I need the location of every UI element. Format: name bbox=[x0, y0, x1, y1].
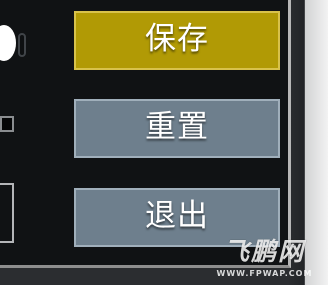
settings-panel: 保存 重置 退出 bbox=[0, 0, 291, 268]
setting-field[interactable] bbox=[0, 183, 14, 243]
exit-button[interactable]: 退出 bbox=[74, 188, 280, 247]
exit-button-label: 退出 bbox=[145, 198, 209, 234]
toggle-switch-knob[interactable] bbox=[0, 25, 16, 61]
reset-button[interactable]: 重置 bbox=[74, 99, 280, 158]
settings-controls-column bbox=[0, 0, 62, 268]
save-button[interactable]: 保存 bbox=[74, 11, 280, 70]
slider-handle[interactable] bbox=[0, 116, 14, 132]
reset-button-label: 重置 bbox=[145, 109, 209, 145]
game-settings-screen: 保存 重置 退出 飞鹏网 WWW.FPWAP.COM bbox=[0, 0, 328, 285]
toggle-switch-track[interactable] bbox=[18, 33, 26, 57]
screen-right-edge bbox=[289, 0, 328, 285]
save-button-label: 保存 bbox=[145, 21, 209, 57]
